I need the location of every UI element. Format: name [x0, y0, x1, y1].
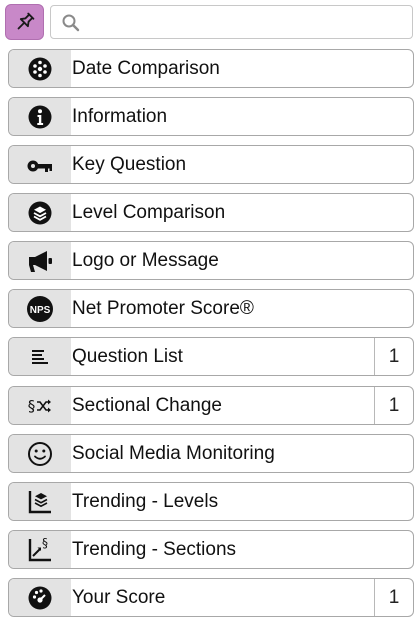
trend-levels-icon: [28, 490, 51, 513]
widget-item-level-comparison[interactable]: Level Comparison: [8, 193, 414, 232]
item-label: Net Promoter Score®: [72, 297, 254, 319]
item-count-badge: 1: [374, 387, 413, 424]
widget-toolbar: [0, 0, 420, 44]
search-icon: [62, 14, 80, 32]
search-input[interactable]: [85, 8, 409, 38]
score-gauge-icon: [28, 586, 52, 609]
level-comparison-icon: [28, 201, 52, 224]
key-icon: [27, 160, 52, 172]
item-label: Information: [72, 105, 168, 127]
widget-item-trending-levels[interactable]: Trending - Levels: [8, 482, 414, 521]
trend-sections-icon: §: [27, 537, 53, 563]
pin-button[interactable]: [5, 4, 44, 40]
section-shuffle-icon: §: [28, 397, 53, 415]
widget-item-trending-sections[interactable]: § Trending - Sections: [8, 530, 414, 569]
widget-item-date-comparison[interactable]: Date Comparison: [8, 49, 414, 88]
nps-icon: NPS: [27, 295, 53, 322]
item-label: Key Question: [72, 153, 187, 175]
item-label: Trending - Sections: [72, 538, 237, 560]
info-icon: [28, 105, 52, 128]
item-label: Date Comparison: [72, 57, 220, 79]
item-count-badge: 1: [374, 579, 413, 616]
widget-item-social-media-monitoring[interactable]: Social Media Monitoring: [8, 434, 414, 473]
item-label: Question List: [72, 345, 183, 367]
pin-icon: [17, 12, 34, 30]
item-label: Sectional Change: [72, 394, 222, 416]
widget-item-information[interactable]: Information: [8, 97, 414, 136]
date-comparison-icon: [28, 57, 52, 80]
widget-item-sectional-change[interactable]: § Sectional Change 1: [8, 386, 414, 425]
list-icon: [32, 349, 48, 364]
smiley-icon: [28, 441, 52, 466]
widget-item-your-score[interactable]: Your Score 1: [8, 578, 414, 617]
search-box[interactable]: [50, 5, 413, 39]
widget-item-net-promoter-score[interactable]: NPS Net Promoter Score®: [8, 289, 414, 328]
item-label: Logo or Message: [72, 249, 219, 271]
widget-item-question-list[interactable]: Question List 1: [8, 337, 414, 376]
nps-badge-text: NPS: [30, 305, 51, 316]
item-label: Trending - Levels: [72, 490, 219, 512]
section-symbol: §: [42, 535, 48, 550]
widget-item-logo-or-message[interactable]: Logo or Message: [8, 241, 414, 280]
item-label: Level Comparison: [72, 201, 226, 223]
item-count-badge: 1: [374, 338, 413, 375]
section-symbol: §: [27, 396, 36, 415]
trend-axis-icon: [28, 538, 51, 561]
widget-item-key-question[interactable]: Key Question: [8, 145, 414, 184]
megaphone-icon: [29, 250, 52, 272]
shuffle-icon: [37, 399, 52, 412]
item-label: Your Score: [72, 586, 166, 608]
item-label: Social Media Monitoring: [72, 442, 275, 464]
